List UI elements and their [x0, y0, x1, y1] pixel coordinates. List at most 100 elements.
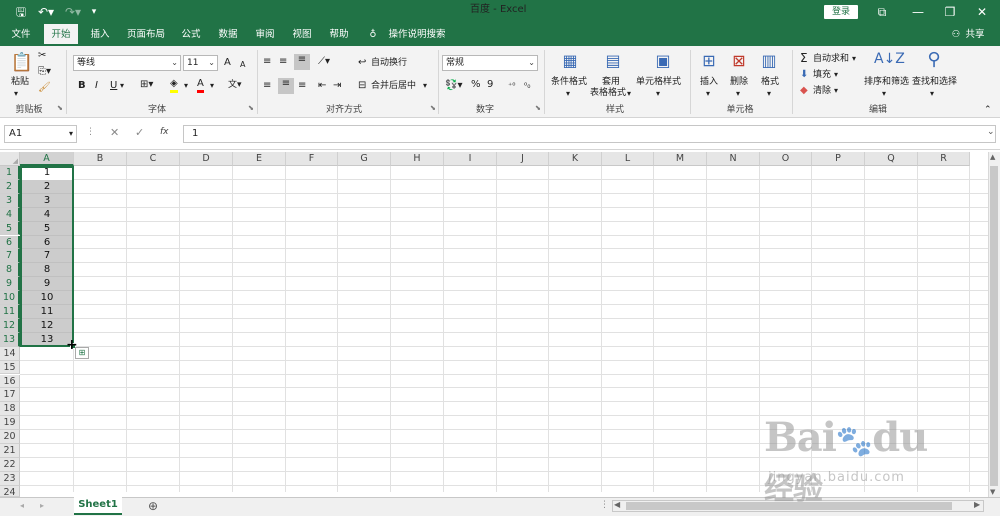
delete-cells-button[interactable]: 删除 — [730, 76, 748, 88]
tab-page-layout[interactable]: 页面布局 — [122, 24, 170, 46]
underline-dropdown-icon[interactable]: ▾ — [120, 80, 124, 92]
scroll-right-icon[interactable]: ▶ — [974, 500, 980, 509]
column-header-i[interactable]: I — [444, 152, 497, 166]
minimize-icon[interactable]: — — [904, 0, 932, 24]
save-icon[interactable]: 🖫 — [12, 0, 30, 24]
quick-analysis-icon[interactable]: ⊞ — [75, 347, 89, 359]
align-left-icon[interactable]: ≡ — [263, 80, 271, 92]
sheet-tab[interactable]: Sheet1 — [74, 496, 122, 515]
align-middle-icon[interactable]: ≡ — [279, 56, 287, 68]
column-header-a[interactable]: A — [20, 152, 74, 166]
column-header-g[interactable]: G — [338, 152, 391, 166]
add-sheet-button[interactable]: ⊕ — [148, 499, 158, 513]
increase-indent-icon[interactable]: ⇥ — [333, 80, 341, 92]
column-header-c[interactable]: C — [127, 152, 180, 166]
column-header-m[interactable]: M — [654, 152, 707, 166]
merge-center-button[interactable]: 合并后居中 — [371, 80, 416, 92]
row-header-10[interactable]: 10 — [0, 291, 20, 305]
column-header-b[interactable]: B — [74, 152, 127, 166]
row-header-2[interactable]: 2 — [0, 179, 20, 194]
copy-icon[interactable]: ⎘▾ — [38, 66, 51, 77]
cell-a4[interactable]: 4 — [21, 208, 73, 222]
borders-icon[interactable]: ⊞▾ — [140, 79, 153, 91]
column-header-l[interactable]: L — [602, 152, 654, 166]
font-name-select[interactable]: 等线 ⌄ — [73, 55, 181, 71]
restore-icon[interactable]: ❐ — [936, 0, 964, 24]
row-header-23[interactable]: 23 — [0, 471, 20, 486]
share-button[interactable]: 共享 — [962, 24, 988, 46]
column-header-e[interactable]: E — [233, 152, 286, 166]
row-header-19[interactable]: 19 — [0, 416, 20, 431]
redo-icon[interactable]: ↷▾ — [62, 0, 84, 24]
format-dropdown-icon[interactable]: ▾ — [767, 88, 771, 100]
row-header-24[interactable]: 24 — [0, 485, 20, 498]
column-header-r[interactable]: R — [918, 152, 970, 166]
row-header-15[interactable]: 15 — [0, 360, 20, 375]
fill-color-icon[interactable]: ◈ — [170, 78, 178, 93]
close-icon[interactable]: ✕ — [968, 0, 996, 24]
row-header-4[interactable]: 4 — [0, 207, 20, 222]
paste-dropdown-icon[interactable]: ▾ — [14, 88, 18, 100]
row-header-1[interactable]: 1 — [0, 166, 20, 180]
tab-file[interactable]: 文件 — [6, 24, 36, 46]
underline-button[interactable]: U — [110, 80, 117, 92]
clear-button[interactable]: 清除 — [813, 85, 831, 97]
select-all-corner[interactable]: ◢ — [0, 152, 20, 166]
row-header-8[interactable]: 8 — [0, 263, 20, 278]
format-cells-button[interactable]: 格式 — [761, 76, 779, 88]
row-header-21[interactable]: 21 — [0, 444, 20, 458]
row-header-5[interactable]: 5 — [0, 221, 20, 236]
fill-button[interactable]: 填充 — [813, 69, 831, 81]
phonetic-icon[interactable]: 文▾ — [228, 79, 242, 91]
cell-a12[interactable]: 12 — [21, 319, 73, 333]
column-header-k[interactable]: K — [549, 152, 602, 166]
wrap-text-button[interactable]: 自动换行 — [371, 57, 407, 69]
autosum-dropdown-icon[interactable]: ▾ — [852, 53, 856, 65]
percent-button[interactable]: % — [471, 79, 481, 91]
tab-formulas[interactable]: 公式 — [176, 24, 206, 46]
delete-dropdown-icon[interactable]: ▾ — [736, 88, 740, 100]
find-select-button[interactable]: 查找和选择 — [912, 76, 957, 88]
tab-home[interactable]: 开始 — [44, 24, 78, 46]
cell-a7[interactable]: 7 — [21, 249, 73, 263]
enter-icon[interactable]: ✓ — [135, 126, 144, 139]
undo-icon[interactable]: ↶▾ — [34, 0, 58, 24]
column-header-o[interactable]: O — [760, 152, 812, 166]
cell-styles-button[interactable]: 单元格样式 — [636, 76, 681, 88]
column-header-f[interactable]: F — [286, 152, 338, 166]
scroll-left-icon[interactable]: ◀ — [614, 500, 620, 509]
row-header-16[interactable]: 16 — [0, 374, 20, 389]
sort-filter-dropdown-icon[interactable]: ▾ — [882, 88, 886, 100]
collapse-ribbon-icon[interactable]: ⌃ — [984, 104, 992, 116]
merge-dropdown-icon[interactable]: ▾ — [423, 80, 427, 92]
align-top-icon[interactable]: ≡ — [263, 56, 271, 68]
cell-a11[interactable]: 11 — [21, 305, 73, 319]
decrease-indent-icon[interactable]: ⇤ — [318, 80, 326, 92]
wrap-text-icon[interactable]: ↩ — [358, 57, 366, 69]
login-button[interactable]: 登录 — [824, 5, 858, 19]
align-center-icon[interactable]: ≡ — [278, 78, 294, 94]
row-header-11[interactable]: 11 — [0, 305, 20, 319]
row-header-13[interactable]: 13 — [0, 332, 20, 347]
font-color-button[interactable]: A — [197, 78, 204, 93]
fill-color-dropdown-icon[interactable]: ▾ — [184, 80, 188, 92]
italic-button[interactable]: I — [95, 80, 98, 92]
vertical-scroll-thumb[interactable] — [990, 166, 998, 486]
grow-font-button[interactable]: A — [224, 57, 231, 69]
paste-icon[interactable]: 📋 — [10, 52, 34, 74]
number-format-select[interactable]: 常规 ⌄ — [442, 55, 538, 71]
font-launcher-icon[interactable]: ⬊ — [248, 104, 254, 112]
tell-me-search[interactable]: 操作说明搜索 — [386, 24, 448, 46]
row-header-14[interactable]: 14 — [0, 346, 20, 361]
column-header-q[interactable]: Q — [865, 152, 918, 166]
column-header-j[interactable]: J — [497, 152, 549, 166]
column-header-h[interactable]: H — [391, 152, 444, 166]
row-header-18[interactable]: 18 — [0, 402, 20, 417]
cell-styles-dropdown-icon[interactable]: ▾ — [656, 88, 660, 100]
orientation-icon[interactable]: ⟋▾ — [318, 56, 330, 68]
tab-view[interactable]: 视图 — [287, 24, 317, 46]
increase-decimal-icon[interactable]: ⁺⁰ — [508, 80, 515, 92]
align-bottom-icon[interactable]: ≡ — [294, 54, 310, 70]
format-painter-icon[interactable]: 🖌 — [38, 82, 51, 93]
find-select-dropdown-icon[interactable]: ▾ — [930, 88, 934, 100]
